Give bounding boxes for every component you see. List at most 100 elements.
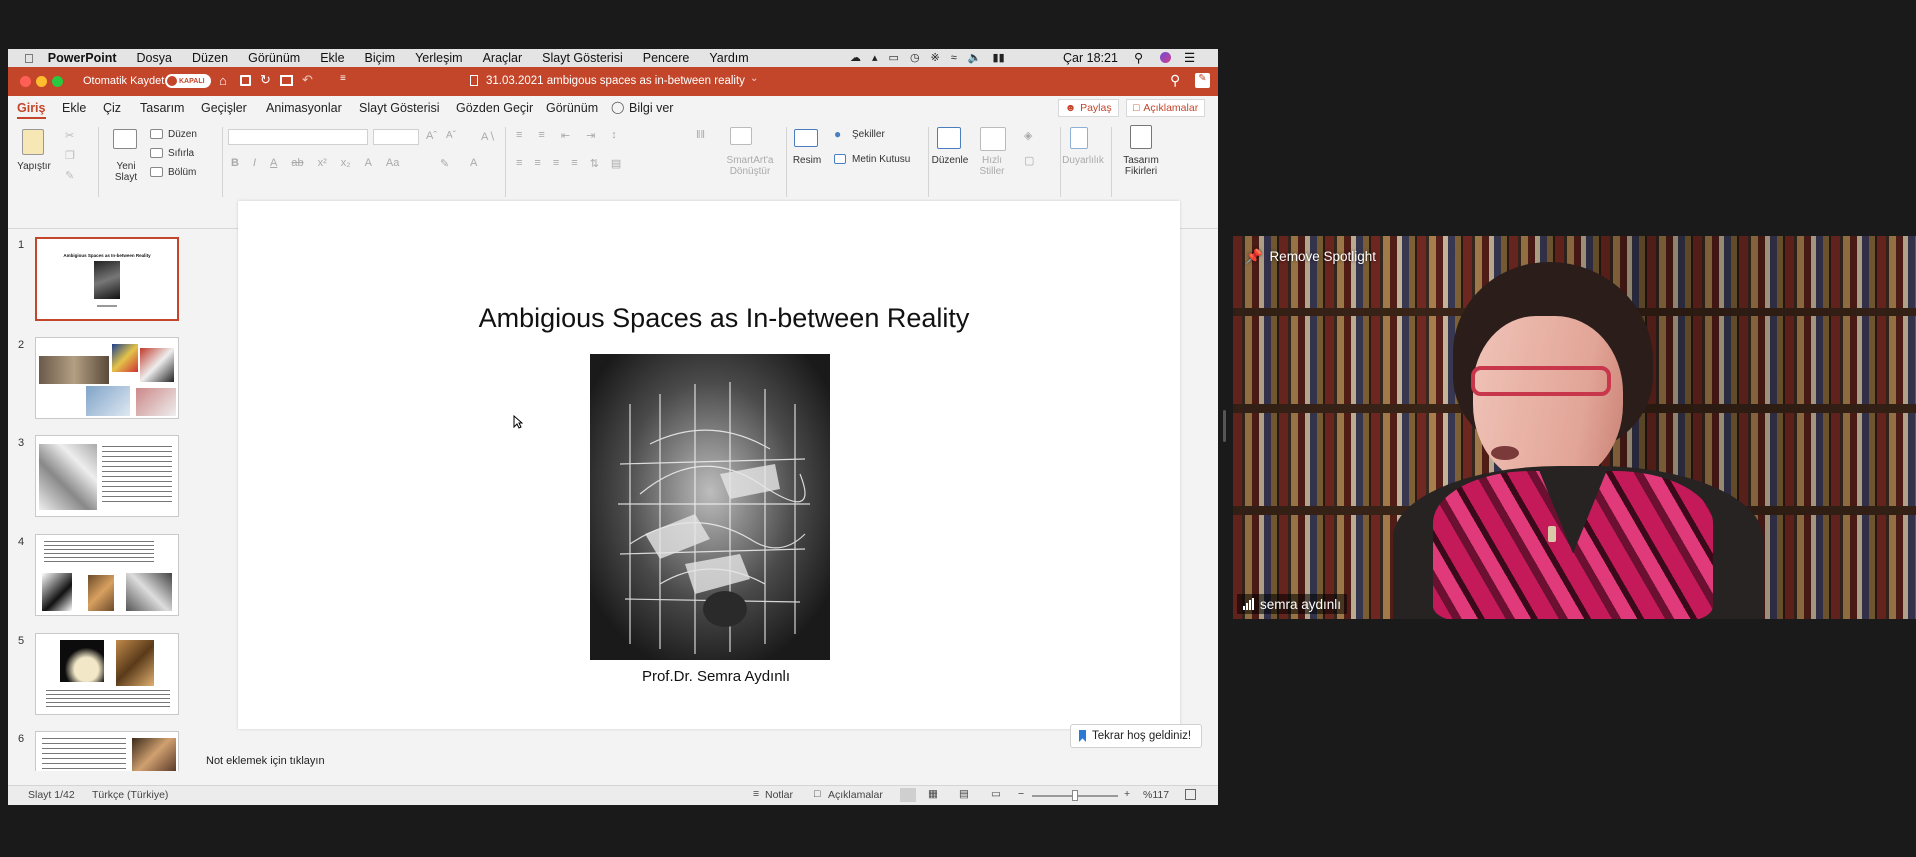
share-button[interactable]: ☻ Paylaş [1058,99,1119,117]
slide-canvas[interactable]: Ambigious Spaces as In-between Reality P… [238,201,1180,729]
menu-araclar[interactable]: Araçlar [483,51,523,65]
minimize-window-button[interactable] [36,76,47,87]
slide-subtitle[interactable]: Prof.Dr. Semra Aydınlı [238,668,1180,685]
menu-yardim[interactable]: Yardım [709,51,748,65]
zoom-in-button[interactable]: + [1124,788,1130,800]
slide-thumbnail-1[interactable]: Ambigious Spaces as In-between Reality [35,237,179,321]
decrease-indent-icon[interactable]: ⇤ [561,129,570,142]
present-icon[interactable] [280,75,293,86]
slide-thumbnail-3[interactable] [35,435,179,517]
reset-button[interactable]: Sıfırla [168,148,194,159]
columns-icon[interactable]: ‖‖ [696,129,705,141]
search-icon[interactable]: ⚲ [1170,72,1180,89]
font-name-select[interactable] [228,129,368,145]
spotlight-search-icon[interactable]: ⚲ [1134,50,1143,65]
welcome-back-pill[interactable]: Tekrar hoş geldiniz! [1070,724,1203,748]
document-title[interactable]: 31.03.2021 ambigous spaces as in-between… [486,75,745,87]
slide-thumbnail-2[interactable] [35,337,179,419]
bluetooth-icon[interactable]: ※ [931,51,940,64]
tab-ekle[interactable]: Ekle [62,101,86,115]
slide-sorter-view-icon[interactable]: ▦ [928,788,938,800]
slide-thumbnail-4[interactable] [35,534,179,616]
time-machine-icon[interactable]: ◷ [910,51,920,64]
font-size-down-icon[interactable]: Aˇ [446,130,456,141]
new-slide-button[interactable]: Yeni Slayt [108,127,144,197]
save-icon[interactable] [240,75,251,86]
zoom-slider-thumb[interactable] [1072,790,1078,801]
menu-slayt-gosterisi[interactable]: Slayt Gösterisi [542,51,623,65]
notes-toggle[interactable]: Notlar [765,789,793,801]
drive-icon[interactable]: ▴ [872,51,878,64]
bullets-icon[interactable]: ≡ [516,129,522,142]
notes-placeholder[interactable]: Not eklemek için tıklayın [206,755,325,767]
cloud-icon[interactable]: ☁ [850,51,861,64]
subscript-icon[interactable]: x₂ [341,157,351,169]
arrange-button[interactable]: Düzenle [930,155,970,166]
menu-dosya[interactable]: Dosya [137,51,172,65]
superscript-icon[interactable]: x² [318,157,327,169]
notes-pane[interactable]: Not eklemek için tıklayın Tekrar hoş gel… [8,724,1218,786]
strikethrough-icon[interactable]: ab [291,157,303,169]
increase-indent-icon[interactable]: ⇥ [586,129,595,142]
title-chevron-icon[interactable]: ⌄ [750,73,758,84]
tell-me-box[interactable]: Bilgi ver [629,101,673,115]
remove-spotlight-button[interactable]: 📌 Remove Spotlight [1245,248,1376,265]
align-center-icon[interactable]: ≡ [534,157,540,170]
menu-ekle[interactable]: Ekle [320,51,344,65]
highlight-icon[interactable]: ✎ [440,157,449,170]
justify-icon[interactable]: ≡ [571,157,577,170]
tab-gecisler[interactable]: Geçişler [201,101,247,115]
slide-thumbnail-5[interactable] [35,633,179,715]
notification-center-icon[interactable]: ☰ [1184,50,1195,65]
redo-circle-icon[interactable]: ↻ [260,72,271,88]
textbox-button[interactable]: Metin Kutusu [852,154,910,165]
menu-duzen[interactable]: Düzen [192,51,228,65]
tab-slayt-gosterisi[interactable]: Slayt Gösterisi [359,101,440,115]
tab-gozden-gecir[interactable]: Gözden Geçir [456,101,533,115]
app-menu[interactable]: PowerPoint [48,51,117,65]
numbering-icon[interactable]: ≡ [538,129,544,142]
shape-outline-icon[interactable]: ▢ [1024,154,1034,167]
home-icon[interactable]: ⌂ [219,73,227,88]
font-color-icon[interactable]: A [470,157,477,169]
normal-view-button[interactable] [900,788,916,802]
siri-icon[interactable] [1160,52,1171,63]
picture-button[interactable]: Resim [790,155,824,166]
fit-to-window-icon[interactable] [1185,789,1196,800]
shape-fill-icon[interactable]: ◈ [1024,129,1032,142]
tab-ciz[interactable]: Çiz [103,101,121,115]
font-size-up-icon[interactable]: Aˆ [426,130,437,142]
undo-icon[interactable]: ↶ [302,72,313,88]
change-case-icon[interactable]: Aa [386,157,399,169]
bold-icon[interactable]: B [231,157,239,169]
menu-gorunum[interactable]: Görünüm [248,51,300,65]
font-size-select[interactable] [373,129,419,145]
underline-icon[interactable]: A [270,157,277,169]
wifi-icon[interactable]: ≈ [951,52,957,64]
account-icon[interactable]: ✎ [1195,73,1210,88]
slide-title[interactable]: Ambigious Spaces as In-between Reality [238,303,1180,334]
comments-button[interactable]: □ Açıklamalar [1126,99,1206,117]
slide-image[interactable] [590,354,830,660]
slideshow-view-icon[interactable]: ▭ [991,788,1001,800]
italic-icon[interactable]: I [253,157,256,169]
zoom-level[interactable]: %117 [1143,789,1169,801]
sensitivity-button[interactable]: Duyarlılık [1058,155,1108,166]
clock[interactable]: Çar 18:21 [1063,51,1118,65]
quick-styles-button[interactable]: Hızlı Stiller [972,155,1012,177]
design-ideas-button[interactable]: Tasarım Fikirleri [1116,155,1166,177]
volume-icon[interactable]: 🔈 [968,51,982,64]
split-view-handle[interactable] [1223,410,1226,442]
airplay-icon[interactable]: ▭ [889,51,899,64]
autosave-toggle[interactable]: KAPALI [165,74,211,88]
menu-pencere[interactable]: Pencere [643,51,690,65]
reading-view-icon[interactable]: ▤ [959,788,969,800]
align-left-icon[interactable]: ≡ [516,157,522,170]
paste-button[interactable]: Yapıştır [17,127,51,185]
clear-format-icon[interactable]: A∖ [481,130,495,143]
tab-giris[interactable]: Giriş [17,101,46,119]
battery-icon[interactable]: ▮▮ [993,51,1005,64]
zoom-out-button[interactable]: − [1018,788,1024,800]
language-indicator[interactable]: Türkçe (Türkiye) [92,789,168,801]
align-right-icon[interactable]: ≡ [553,157,559,170]
